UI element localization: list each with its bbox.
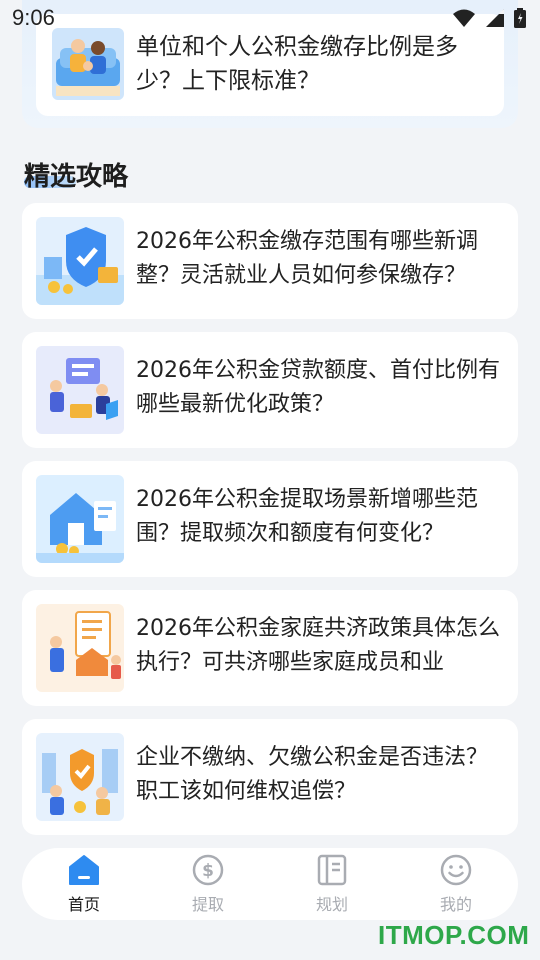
article-title: 单位和个人公积金缴存比例是多少？上下限标准？ bbox=[136, 34, 458, 94]
article-card-2[interactable]: 2026年公积金贷款额度、首付比例有哪些最新优化政策？ bbox=[22, 332, 518, 448]
article-title: 2026年公积金贷款额度、首付比例有哪些最新优化政策？ bbox=[136, 358, 500, 417]
article-thumbnail bbox=[36, 217, 124, 305]
document-icon bbox=[317, 854, 347, 886]
article-thumbnail bbox=[36, 604, 124, 692]
shield-house-illustration-icon bbox=[36, 217, 124, 305]
article-thumbnail bbox=[36, 346, 124, 434]
nav-label-mine: 我的 bbox=[439, 895, 472, 914]
article-card-5[interactable]: 企业不缴纳、欠缴公积金是否违法？职工该如何维权追偿？ bbox=[22, 719, 518, 835]
article-card-1[interactable]: 2026年公积金缴存范围有哪些新调整？灵活就业人员如何参保缴存？ bbox=[22, 203, 518, 319]
svg-text:$: $ bbox=[202, 861, 214, 881]
signal-icon bbox=[486, 9, 504, 27]
nav-item-home[interactable]: 首页 bbox=[36, 853, 132, 915]
nav-label-plan: 规划 bbox=[315, 895, 348, 914]
smile-icon bbox=[440, 854, 472, 886]
article-title: 2026年公积金提取场景新增哪些范围？提取频次和额度有何变化？ bbox=[136, 487, 478, 546]
nav-item-mine[interactable]: 我的 bbox=[408, 853, 504, 915]
article-card-4[interactable]: 2026年公积金家庭共济政策具体怎么执行？可共济哪些家庭成员和业 bbox=[22, 590, 518, 706]
article-card-3[interactable]: 2026年公积金提取场景新增哪些范围？提取频次和额度有何变化？ bbox=[22, 461, 518, 577]
article-title: 2026年公积金缴存范围有哪些新调整？灵活就业人员如何参保缴存？ bbox=[136, 229, 478, 288]
nav-item-withdraw[interactable]: $ 提取 bbox=[160, 853, 256, 915]
watermark: ITMOP.COM bbox=[378, 920, 530, 950]
section-title: 精选攻略 bbox=[24, 162, 129, 192]
family-checklist-illustration-icon bbox=[36, 604, 124, 692]
article-title: 2026年公积金家庭共济政策具体怎么执行？可共济哪些家庭成员和业 bbox=[136, 616, 500, 675]
home-icon bbox=[69, 855, 99, 885]
family-illustration-icon bbox=[52, 28, 124, 100]
house-withdraw-illustration-icon bbox=[36, 475, 124, 563]
dollar-icon: $ bbox=[192, 854, 224, 886]
battery-icon bbox=[514, 8, 526, 28]
people-policy-illustration-icon bbox=[36, 346, 124, 434]
article-thumbnail bbox=[36, 475, 124, 563]
bottom-nav: 首页 $ 提取 规划 我的 bbox=[22, 848, 518, 920]
article-thumbnail bbox=[52, 28, 124, 100]
status-time: 9:06 bbox=[12, 5, 55, 30]
article-title: 企业不缴纳、欠缴公积金是否违法？职工该如何维权追偿？ bbox=[136, 745, 489, 804]
article-thumbnail bbox=[36, 733, 124, 821]
nav-label-home: 首页 bbox=[67, 895, 100, 914]
nav-label-withdraw: 提取 bbox=[191, 895, 224, 914]
status-icons bbox=[452, 8, 526, 28]
rights-protection-illustration-icon bbox=[36, 733, 124, 821]
wifi-icon bbox=[453, 9, 475, 27]
status-bar: 9:06 bbox=[0, 0, 540, 36]
nav-item-plan[interactable]: 规划 bbox=[284, 853, 380, 915]
